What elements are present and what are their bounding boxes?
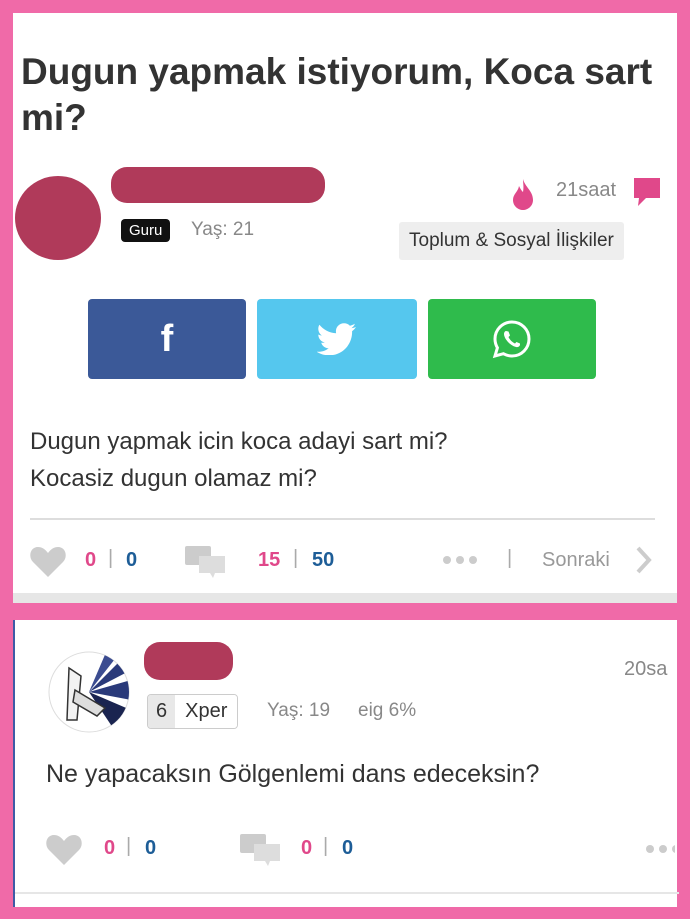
question-body: Dugun yapmak icin koca adayi sart mi? Ko… bbox=[30, 428, 448, 492]
heart-icon[interactable] bbox=[29, 545, 67, 578]
level-badge: 6 Xper bbox=[147, 694, 239, 729]
separator: | bbox=[323, 835, 329, 857]
level-number: 6 bbox=[148, 695, 176, 728]
speech-bubble-icon bbox=[634, 178, 660, 206]
avatar-redacted[interactable] bbox=[15, 176, 101, 260]
username-redacted[interactable] bbox=[111, 167, 325, 203]
guru-badge: Guru bbox=[121, 219, 171, 242]
level-label: Xper bbox=[175, 695, 238, 728]
comments-icon[interactable] bbox=[185, 546, 225, 578]
answer-text: Ne yapacaksın Gölgenlemi dans edeceksin? bbox=[46, 760, 540, 788]
like-count-secondary: 0 bbox=[126, 549, 138, 571]
facebook-share-button[interactable]: f bbox=[88, 299, 246, 379]
chevron-right-icon[interactable] bbox=[635, 545, 653, 575]
divider bbox=[15, 892, 679, 894]
flame-icon bbox=[513, 179, 533, 210]
like-count: 0 bbox=[85, 549, 97, 571]
comment-count-secondary: 50 bbox=[312, 549, 335, 571]
question-title: Dugun yapmak istiyorum, Koca sart mi? bbox=[21, 51, 653, 138]
card-bottom-shadow bbox=[13, 593, 677, 603]
twitter-icon bbox=[317, 323, 356, 355]
answer-eig: eig 6% bbox=[358, 700, 417, 721]
age-text: Yaş: 21 bbox=[191, 219, 255, 240]
user-avatar[interactable] bbox=[47, 650, 131, 734]
facebook-icon: f bbox=[160, 317, 174, 360]
twitter-share-button[interactable] bbox=[257, 299, 417, 379]
whatsapp-icon bbox=[492, 320, 531, 359]
answer-card: 20sa 6 Xper Yaş: 19 eig 6% Ne yapacaksın… bbox=[13, 620, 679, 907]
whatsapp-share-button[interactable] bbox=[428, 299, 596, 379]
username-redacted[interactable] bbox=[144, 642, 233, 680]
separator: | bbox=[126, 835, 132, 857]
answer-time: 20sa bbox=[624, 658, 668, 680]
heart-icon[interactable] bbox=[45, 833, 83, 866]
separator: | bbox=[293, 547, 299, 569]
comments-icon[interactable] bbox=[240, 834, 280, 866]
next-link[interactable]: Sonraki bbox=[542, 549, 610, 572]
comment-count: 15 bbox=[258, 549, 281, 571]
like-count-secondary: 0 bbox=[145, 837, 157, 859]
like-count: 0 bbox=[104, 837, 116, 859]
time-text: 21saat bbox=[556, 179, 617, 201]
comment-count-secondary: 0 bbox=[342, 837, 354, 859]
separator: | bbox=[108, 547, 114, 569]
divider bbox=[30, 518, 655, 520]
comment-count: 0 bbox=[301, 837, 313, 859]
more-dots-icon[interactable] bbox=[442, 555, 480, 565]
separator: | bbox=[507, 547, 513, 569]
more-dots-icon[interactable] bbox=[645, 844, 675, 854]
answer-age: Yaş: 19 bbox=[267, 700, 331, 721]
question-card: Dugun yapmak istiyorum, Koca sart mi? Gu… bbox=[13, 13, 677, 603]
category-tag[interactable]: Toplum & Sosyal İlişkiler bbox=[399, 222, 624, 260]
